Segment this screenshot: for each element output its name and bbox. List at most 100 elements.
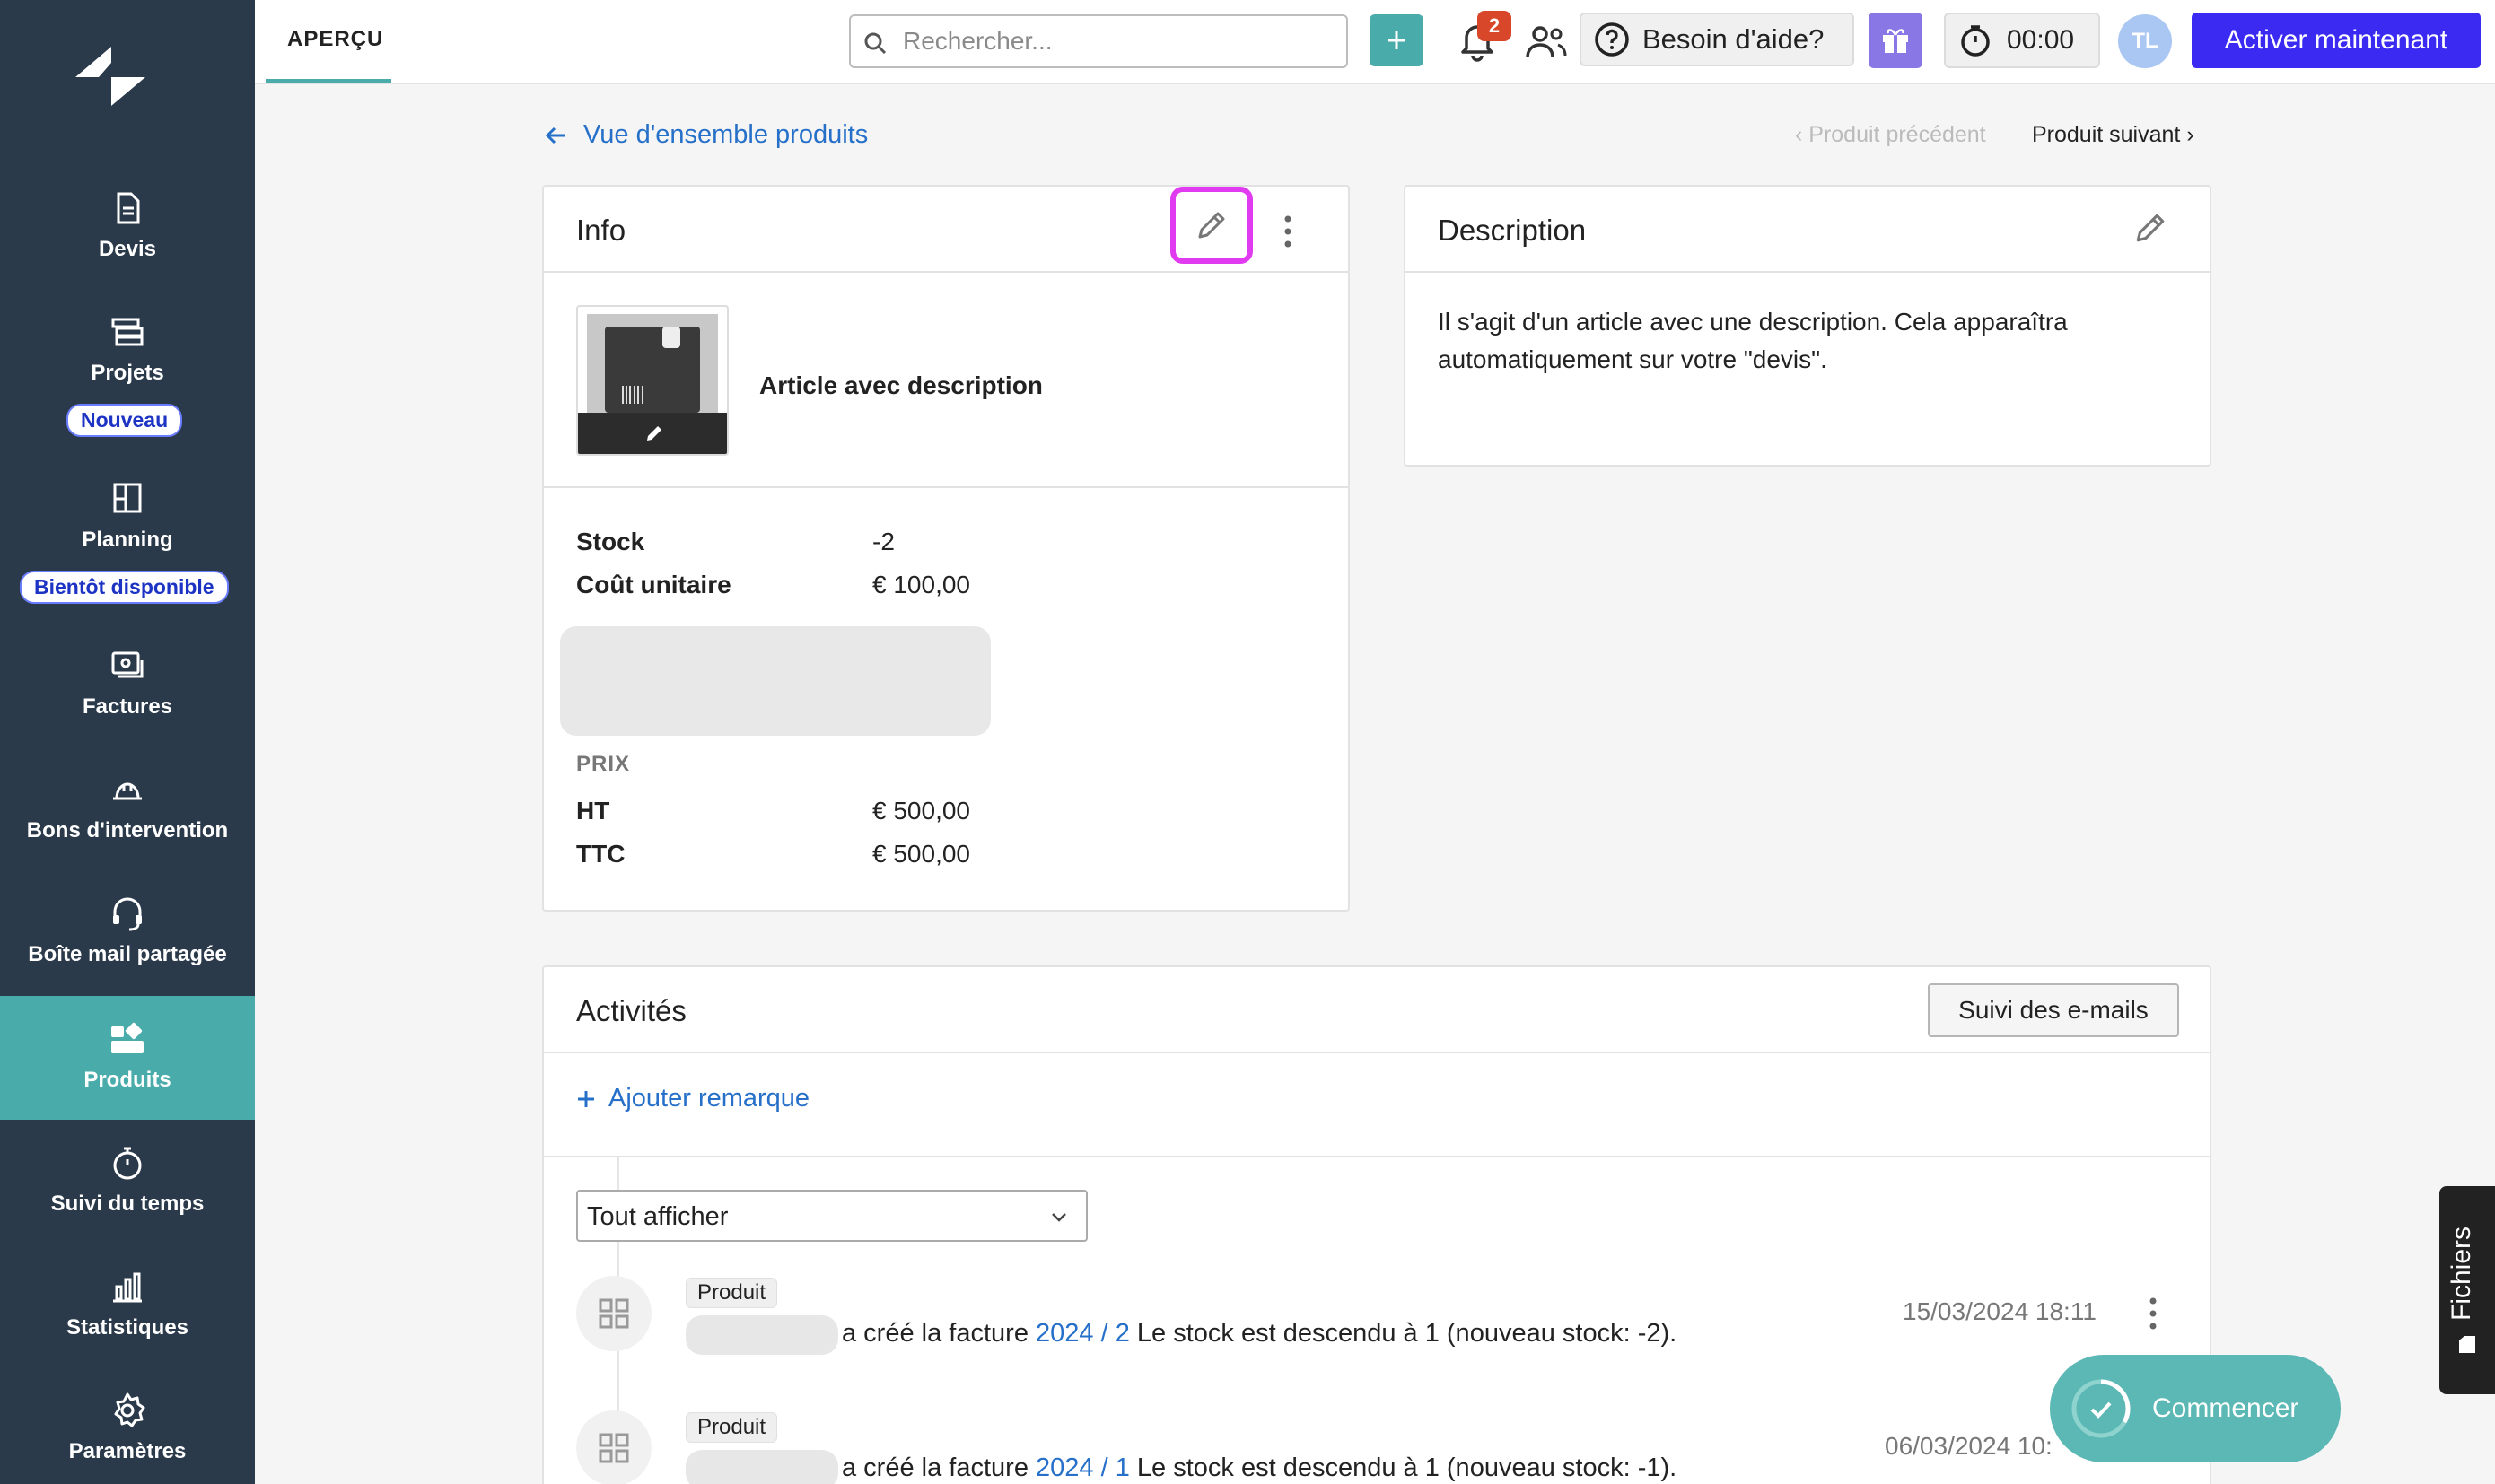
sidebar-item-label: Suivi du temps: [50, 1192, 205, 1216]
prev-label: Produit précédent: [1808, 122, 1986, 147]
back-to-products-link[interactable]: Vue d'ensemble produits: [546, 120, 868, 150]
avatar[interactable]: TL: [2118, 14, 2172, 68]
activity-text-post: Le stock est descendu à 1 (nouveau stock…: [1136, 1453, 1677, 1482]
activity-text-pre: a créé la facture: [842, 1453, 1029, 1482]
arrow-left-icon: [546, 127, 565, 144]
sidebar-item-label: Paramètres: [68, 1439, 187, 1463]
projects-icon: [111, 318, 144, 346]
pencil-icon: [647, 426, 661, 441]
timer-button[interactable]: 00:00: [1944, 13, 2100, 68]
edit-info-button[interactable]: [1170, 187, 1253, 264]
email-tracking-button[interactable]: Suivi des e-mails: [1928, 983, 2179, 1037]
get-started-button[interactable]: Commencer: [2050, 1355, 2341, 1462]
unit-cost-label: Coût unitaire: [576, 571, 731, 598]
grid-icon: [599, 1433, 629, 1463]
sidebar-item-planning[interactable]: Planning: [0, 456, 255, 580]
sidebar-item-bons-intervention[interactable]: Bons d'intervention: [0, 746, 255, 870]
tab-apercu[interactable]: APERÇU: [287, 27, 383, 52]
top-bar: APERÇU 2 Besoin d'aide? 00:00 TL Activer…: [255, 0, 2495, 84]
sidebar-item-suivi-temps[interactable]: Suivi du temps: [0, 1120, 255, 1244]
product-image[interactable]: [576, 305, 729, 456]
info-title: Info: [576, 214, 626, 247]
sidebar-item-projets[interactable]: Projets: [0, 289, 255, 413]
invoices-icon: [111, 651, 144, 678]
description-title: Description: [1438, 214, 1587, 247]
add-button[interactable]: [1370, 14, 1423, 66]
sidebar-item-statistiques[interactable]: Statistiques: [0, 1244, 255, 1367]
activity-tag: Produit: [686, 1412, 778, 1443]
sidebar-item-label: Factures: [82, 694, 173, 719]
list-item: Produit a créé la facture 2024 / 1 Le st…: [576, 1410, 2192, 1484]
gift-icon: [1883, 29, 1908, 53]
price-ht-value: € 500,00: [872, 797, 970, 825]
planning-icon: [113, 483, 142, 513]
redacted-block: [560, 626, 991, 736]
activate-now-button[interactable]: Activer maintenant: [2192, 13, 2481, 68]
sidebar-item-boite-mail[interactable]: Boîte mail partagée: [0, 870, 255, 994]
question-icon: [1595, 22, 1629, 57]
coming-soon-badge: Bientôt disponible: [20, 571, 229, 604]
sidebar-item-produits[interactable]: Produits: [0, 996, 255, 1120]
pencil-icon: [1198, 212, 1225, 239]
sidebar-item-label: Produits: [83, 1068, 171, 1092]
info-card: Info Article avec description Stock -2 C…: [542, 185, 1350, 912]
sidebar-item-devis[interactable]: Devis: [0, 165, 255, 289]
price-ttc-value: € 500,00: [872, 840, 970, 868]
sidebar-item-label: Devis: [98, 237, 157, 261]
sidebar-item-factures[interactable]: Factures: [0, 623, 255, 746]
file-icon: [2459, 1336, 2475, 1353]
invoice-link[interactable]: 2024 / 2: [1036, 1319, 1130, 1348]
product-image-placeholder: [587, 314, 718, 413]
next-product-link[interactable]: Produit suivant ›: [2032, 122, 2194, 148]
redacted-user: [686, 1450, 838, 1484]
more-options-icon[interactable]: [2147, 1296, 2159, 1331]
sidebar: Devis Projets Nouveau Planning Bientôt d…: [0, 0, 255, 1484]
sidebar-item-label: Statistiques: [66, 1315, 189, 1340]
activity-text-post: Le stock est descendu à 1 (nouveau stock…: [1136, 1319, 1677, 1348]
invoice-link[interactable]: 2024 / 1: [1036, 1453, 1130, 1482]
activities-title: Activités: [576, 994, 687, 1027]
chevron-down-icon: [1052, 1213, 1066, 1222]
activity-date: 15/03/2024 18:11: [1903, 1297, 2097, 1325]
activity-icon: [576, 1410, 652, 1484]
info-card-header: Info: [544, 187, 1348, 273]
activity-icon: [576, 1276, 652, 1351]
stock-value: -2: [872, 528, 895, 555]
change-image-bar[interactable]: [578, 413, 727, 454]
help-button[interactable]: Besoin d'aide?: [1580, 13, 1854, 66]
grid-icon: [599, 1298, 629, 1329]
description-card: Description Il s'agit d'un article avec …: [1404, 185, 2211, 467]
description-card-header: Description: [1405, 187, 2210, 273]
activity-text-pre: a créé la facture: [842, 1319, 1029, 1348]
sidebar-item-label: Planning: [82, 528, 173, 552]
product-name: Article avec description: [759, 371, 1043, 399]
activities-card: Activités Suivi des e-mails Ajouter rema…: [542, 965, 2211, 1484]
stats-icon: [113, 1272, 142, 1303]
search-input[interactable]: [903, 25, 1334, 57]
files-panel-tab[interactable]: Fichiers: [2439, 1186, 2495, 1394]
team-icon[interactable]: [1522, 20, 1569, 65]
list-item: Produit a créé la facture 2024 / 2 Le st…: [576, 1276, 2192, 1392]
price-heading: PRIX: [576, 752, 631, 776]
files-label: Fichiers: [2447, 1226, 2476, 1321]
previous-product-link[interactable]: ‹ Produit précédent: [1795, 122, 1986, 148]
logo-icon[interactable]: [72, 43, 149, 108]
more-options-icon[interactable]: [1282, 214, 1294, 249]
new-badge: Nouveau: [66, 404, 183, 437]
price-ht-label: HT: [576, 797, 610, 825]
add-note-label: Ajouter remarque: [608, 1084, 810, 1113]
helmet-icon: [113, 782, 142, 800]
gear-icon: [114, 1392, 145, 1427]
gift-button[interactable]: [1869, 13, 1922, 68]
help-label: Besoin d'aide?: [1642, 23, 1825, 55]
search-box[interactable]: [849, 14, 1348, 68]
timer-value: 00:00: [2007, 25, 2075, 55]
unit-cost-value: € 100,00: [872, 571, 970, 598]
price-ttc-label: TTC: [576, 840, 626, 868]
activity-tag: Produit: [686, 1278, 778, 1308]
sidebar-item-parametres[interactable]: Paramètres: [0, 1367, 255, 1484]
redacted-user: [686, 1315, 838, 1355]
activity-filter-select[interactable]: Tout afficher: [576, 1190, 1088, 1242]
add-note-link[interactable]: Ajouter remarque: [576, 1084, 810, 1113]
pencil-icon[interactable]: [2132, 210, 2168, 246]
